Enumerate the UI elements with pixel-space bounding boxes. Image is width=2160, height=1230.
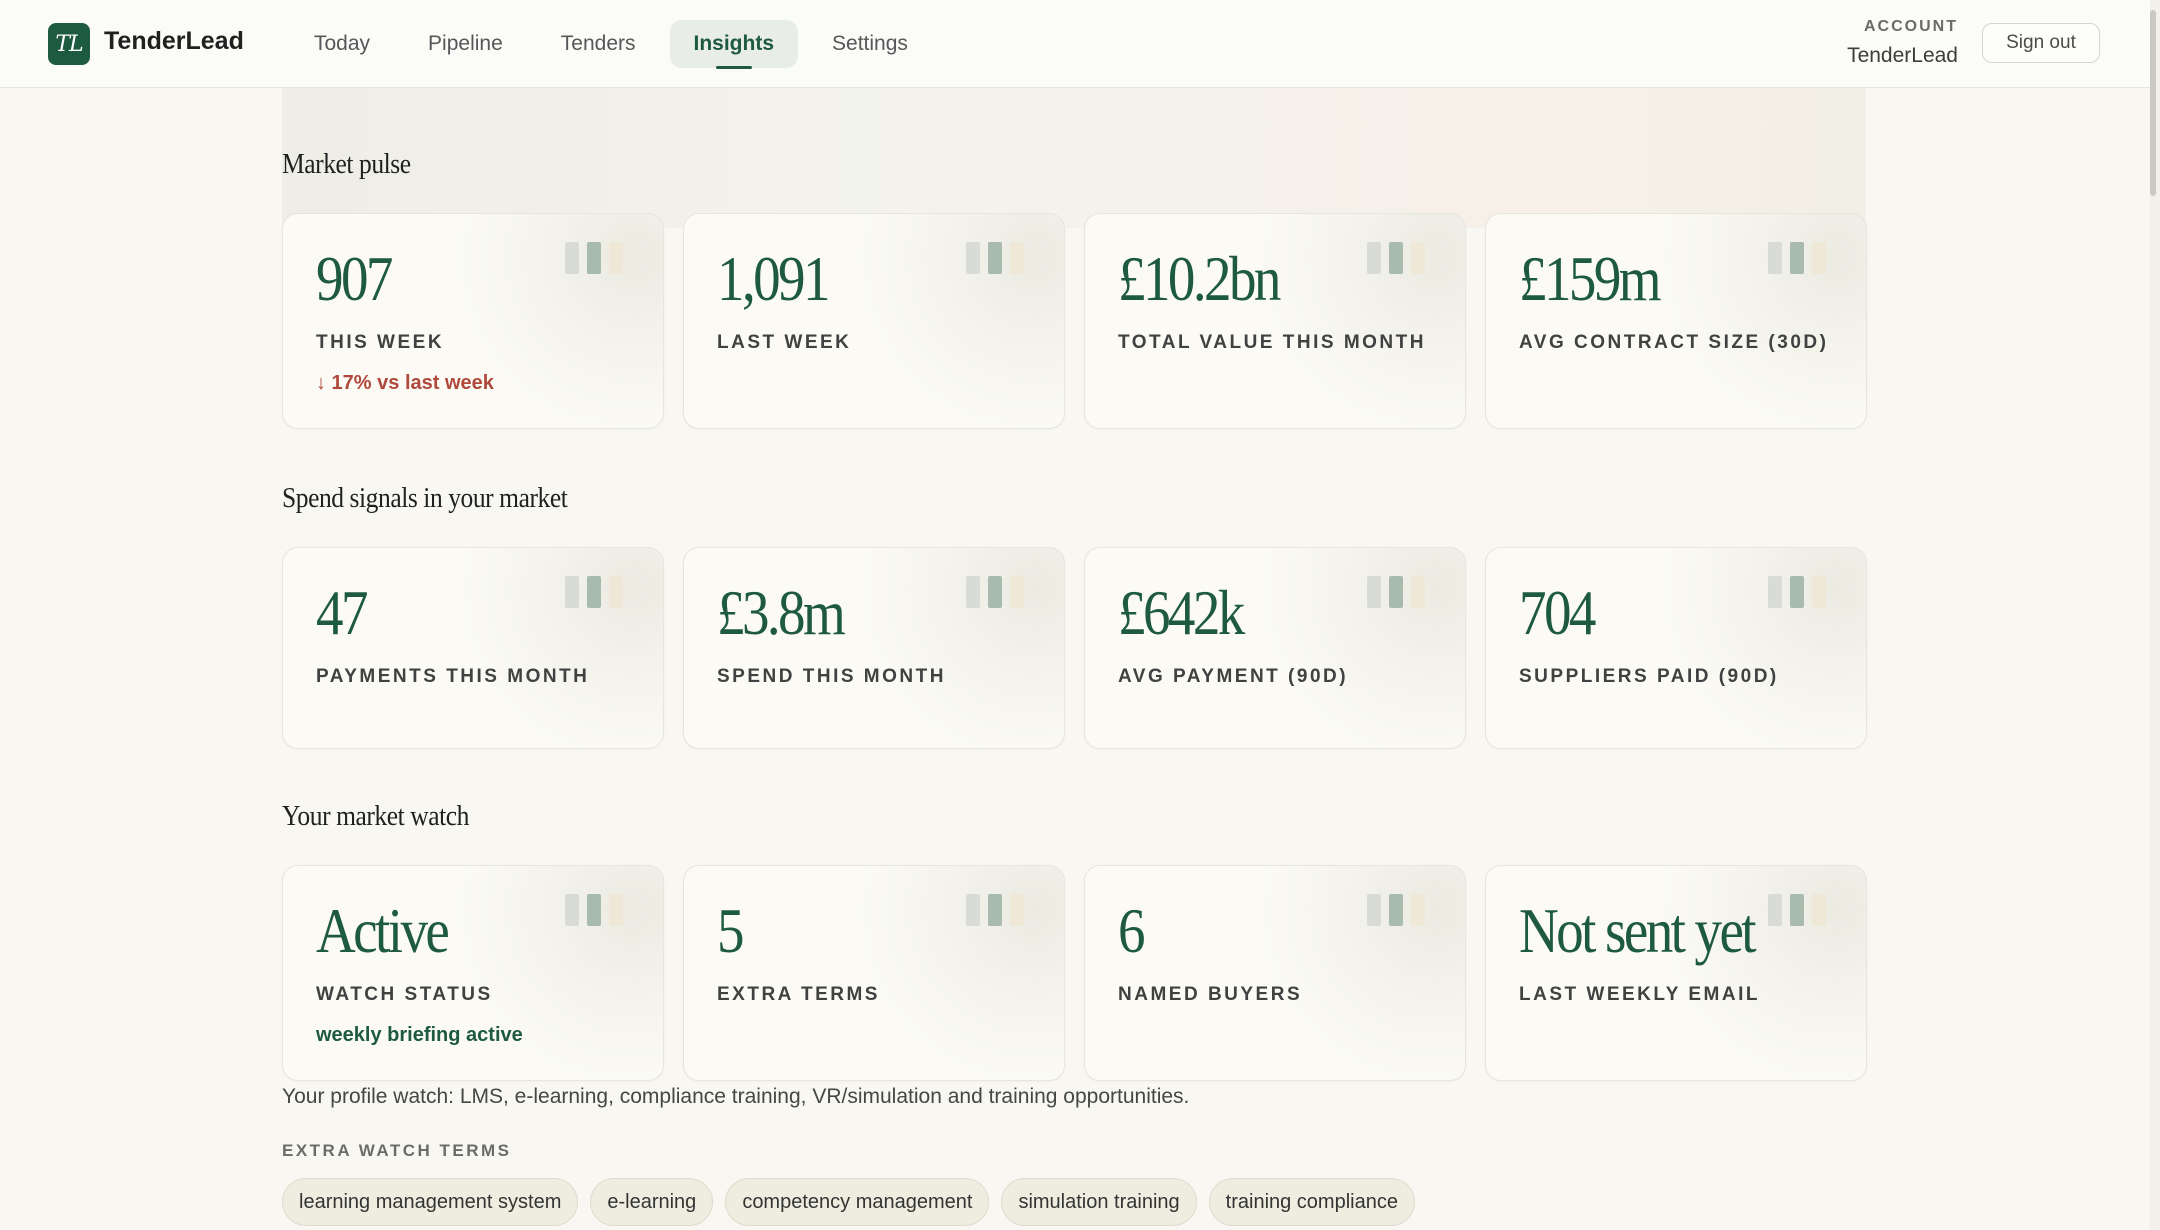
stat-value: £3.8m bbox=[717, 577, 846, 648]
nav-link-settings[interactable]: Settings bbox=[808, 20, 932, 68]
nav-link-pipeline[interactable]: Pipeline bbox=[404, 20, 527, 68]
stat-label: TOTAL VALUE THIS MONTH bbox=[1118, 332, 1426, 353]
stat-value: 6 bbox=[1118, 895, 1146, 966]
bars-icon bbox=[565, 894, 623, 926]
stat-value: 704 bbox=[1519, 577, 1596, 648]
stat-card-this-week: 907 THIS WEEK ↓ 17% vs last week bbox=[282, 213, 664, 429]
stat-value: Not sent yet bbox=[1519, 895, 1757, 966]
stat-value: £10.2bn bbox=[1118, 243, 1281, 314]
term-chip[interactable]: learning management system bbox=[282, 1178, 579, 1226]
stat-card-last-week: 1,091 LAST WEEK bbox=[683, 213, 1065, 429]
stat-label: SPEND THIS MONTH bbox=[717, 666, 946, 687]
bars-icon bbox=[565, 576, 623, 608]
bars-icon bbox=[1768, 242, 1826, 274]
bars-icon bbox=[565, 242, 623, 274]
term-chip[interactable]: simulation training bbox=[1001, 1178, 1197, 1226]
stat-value: Active bbox=[316, 895, 450, 966]
stat-card-avg-contract: £159m AVG CONTRACT SIZE (30D) bbox=[1485, 213, 1867, 429]
stat-label: THIS WEEK bbox=[316, 332, 445, 353]
stat-card-payments: 47 PAYMENTS THIS MONTH bbox=[282, 547, 664, 749]
stat-card-total-value: £10.2bn TOTAL VALUE THIS MONTH bbox=[1084, 213, 1466, 429]
account-label: ACCOUNT bbox=[1864, 18, 1958, 35]
bars-icon bbox=[966, 894, 1024, 926]
bars-icon bbox=[966, 576, 1024, 608]
hero-band bbox=[282, 88, 1866, 228]
extra-terms-label: EXTRA WATCH TERMS bbox=[282, 1141, 512, 1160]
logo[interactable]: TL bbox=[48, 23, 90, 65]
term-chip[interactable]: competency management bbox=[725, 1178, 990, 1226]
trend-indicator: ↓ 17% vs last week bbox=[316, 372, 494, 394]
stat-label: LAST WEEKLY EMAIL bbox=[1519, 984, 1760, 1005]
bars-icon bbox=[1367, 894, 1425, 926]
status-note: weekly briefing active bbox=[316, 1024, 523, 1046]
stat-card-last-email: Not sent yet LAST WEEKLY EMAIL bbox=[1485, 865, 1867, 1081]
account-info: ACCOUNT TenderLead bbox=[1847, 18, 1958, 68]
account-name: TenderLead bbox=[1847, 44, 1958, 67]
stat-card-suppliers: 704 SUPPLIERS PAID (90D) bbox=[1485, 547, 1867, 749]
stat-value: 5 bbox=[717, 895, 745, 966]
stat-label: EXTRA TERMS bbox=[717, 984, 880, 1005]
stat-value: 907 bbox=[316, 243, 393, 314]
section-title-market-pulse: Market pulse bbox=[282, 148, 411, 180]
section-title-market-watch: Your market watch bbox=[282, 800, 469, 832]
stat-label: WATCH STATUS bbox=[316, 984, 493, 1005]
stat-value: £159m bbox=[1519, 243, 1662, 314]
profile-watch-text: Your profile watch: LMS, e-learning, com… bbox=[282, 1085, 1190, 1108]
term-chip[interactable]: e-learning bbox=[590, 1178, 714, 1226]
stat-label: LAST WEEK bbox=[717, 332, 852, 353]
term-chip[interactable]: training compliance bbox=[1208, 1178, 1415, 1226]
nav-link-today[interactable]: Today bbox=[290, 20, 394, 68]
top-nav: TL TenderLead Today Pipeline Tenders Ins… bbox=[0, 0, 2160, 88]
stat-card-spend: £3.8m SPEND THIS MONTH bbox=[683, 547, 1065, 749]
stat-card-avg-payment: £642k AVG PAYMENT (90D) bbox=[1084, 547, 1466, 749]
stat-value: 47 bbox=[316, 577, 368, 648]
bars-icon bbox=[1367, 242, 1425, 274]
brand-name[interactable]: TenderLead bbox=[104, 27, 244, 56]
stat-value: 1,091 bbox=[717, 243, 831, 314]
nav-links: Today Pipeline Tenders Insights Settings bbox=[290, 20, 932, 69]
stat-label: AVG CONTRACT SIZE (30D) bbox=[1519, 332, 1829, 353]
bars-icon bbox=[1367, 576, 1425, 608]
section-title-spend-signals: Spend signals in your market bbox=[282, 482, 568, 514]
bars-icon bbox=[966, 242, 1024, 274]
nav-link-tenders[interactable]: Tenders bbox=[537, 20, 660, 68]
scroll-thumb[interactable] bbox=[2150, 10, 2156, 196]
stat-card-watch-status: Active WATCH STATUS weekly briefing acti… bbox=[282, 865, 664, 1081]
bars-icon bbox=[1768, 894, 1826, 926]
stat-card-named-buyers: 6 NAMED BUYERS bbox=[1084, 865, 1466, 1081]
stat-label: NAMED BUYERS bbox=[1118, 984, 1303, 1005]
bars-icon bbox=[1768, 576, 1826, 608]
stat-value: £642k bbox=[1118, 577, 1245, 648]
stat-label: AVG PAYMENT (90D) bbox=[1118, 666, 1349, 687]
stat-card-extra-terms: 5 EXTRA TERMS bbox=[683, 865, 1065, 1081]
extra-terms-chips: learning management system e-learning co… bbox=[282, 1178, 1415, 1226]
nav-link-insights[interactable]: Insights bbox=[669, 20, 799, 69]
sign-out-button[interactable]: Sign out bbox=[1982, 23, 2100, 63]
scrollbar[interactable] bbox=[2150, 0, 2160, 1230]
stat-label: SUPPLIERS PAID (90D) bbox=[1519, 666, 1779, 687]
stat-label: PAYMENTS THIS MONTH bbox=[316, 666, 590, 687]
